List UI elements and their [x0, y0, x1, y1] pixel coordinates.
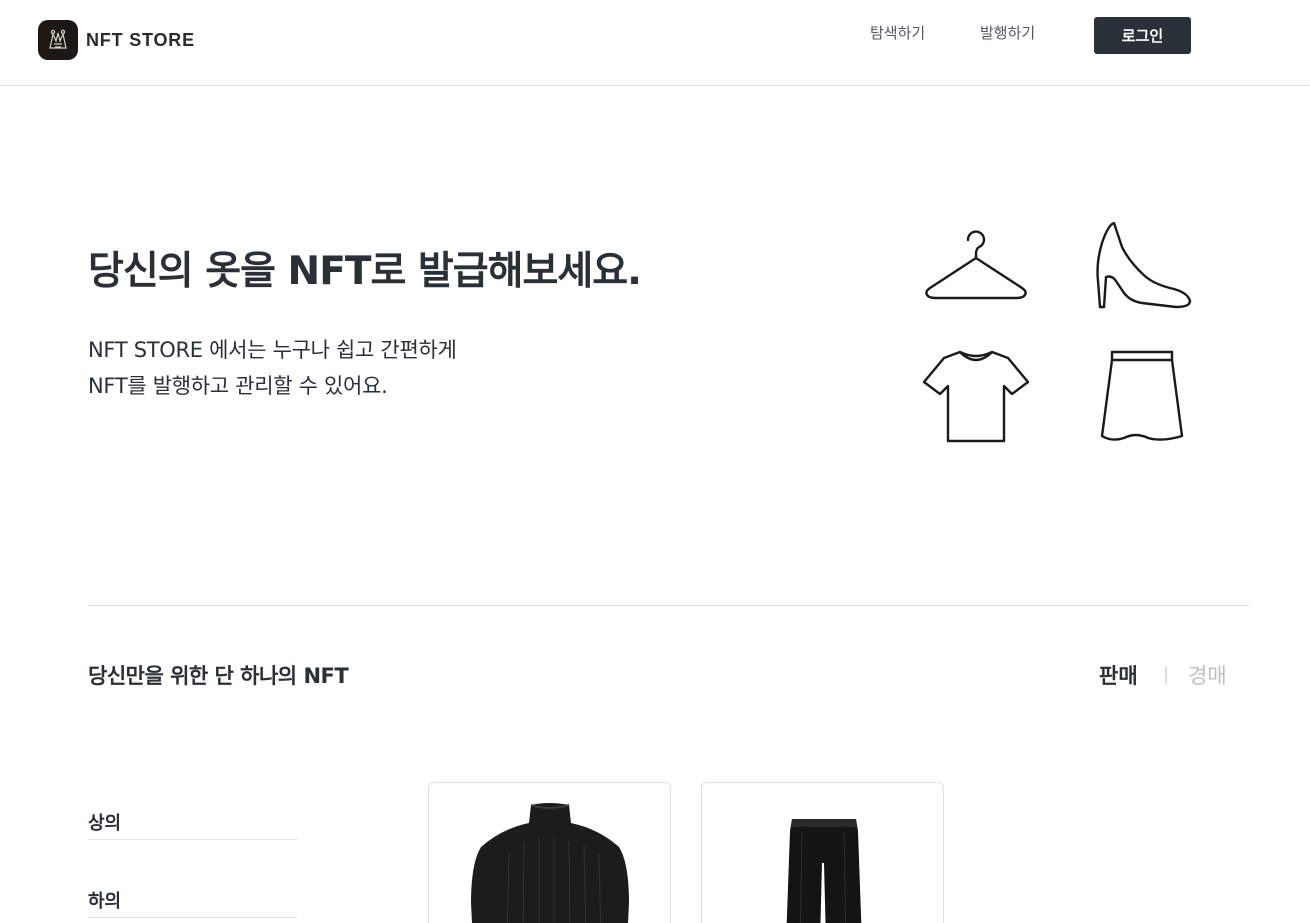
- hero-description: NFT STORE 에서는 누구나 쉽고 간편하게 NFT를 발행하고 관리할 …: [88, 332, 457, 404]
- tab-sale[interactable]: 판매: [1099, 660, 1138, 690]
- category-tops[interactable]: 상의: [88, 796, 297, 840]
- category-label: 상의: [88, 813, 122, 834]
- tshirt-icon: [922, 350, 1030, 443]
- logo-emblem-icon: [38, 20, 78, 60]
- login-button[interactable]: 로그인: [1094, 17, 1191, 54]
- product-card[interactable]: [428, 782, 671, 923]
- hero-title: 당신의 옷을 NFT로 발급해보세요.: [88, 249, 642, 294]
- site-header: NFT STORE 탐색하기 발행하기 로그인: [0, 0, 1310, 86]
- section-divider: [88, 605, 1249, 606]
- product-card[interactable]: [701, 782, 944, 923]
- hero-description-line-2: NFT를 발행하고 관리할 수 있어요.: [88, 374, 388, 398]
- brand-name: NFT STORE: [86, 29, 195, 50]
- black-trousers-image: [786, 819, 862, 923]
- tab-separator: |: [1163, 664, 1170, 685]
- skirt-icon: [1100, 350, 1184, 441]
- category-label: 하의: [88, 891, 122, 912]
- nav-explore-link[interactable]: 탐색하기: [870, 22, 925, 43]
- brand-logo[interactable]: NFT STORE: [38, 20, 195, 60]
- turtleneck-sweater-image: [471, 803, 629, 923]
- hanger-icon: [925, 230, 1027, 300]
- high-heel-icon: [1096, 221, 1192, 309]
- nav-issue-link[interactable]: 발행하기: [980, 22, 1035, 43]
- tab-auction[interactable]: 경매: [1188, 660, 1227, 690]
- hero-description-line-1: NFT STORE 에서는 누구나 쉽고 간편하게: [88, 338, 457, 362]
- section-title: 당신만을 위한 단 하나의 NFT: [88, 664, 349, 688]
- category-bottoms[interactable]: 하의: [88, 874, 297, 918]
